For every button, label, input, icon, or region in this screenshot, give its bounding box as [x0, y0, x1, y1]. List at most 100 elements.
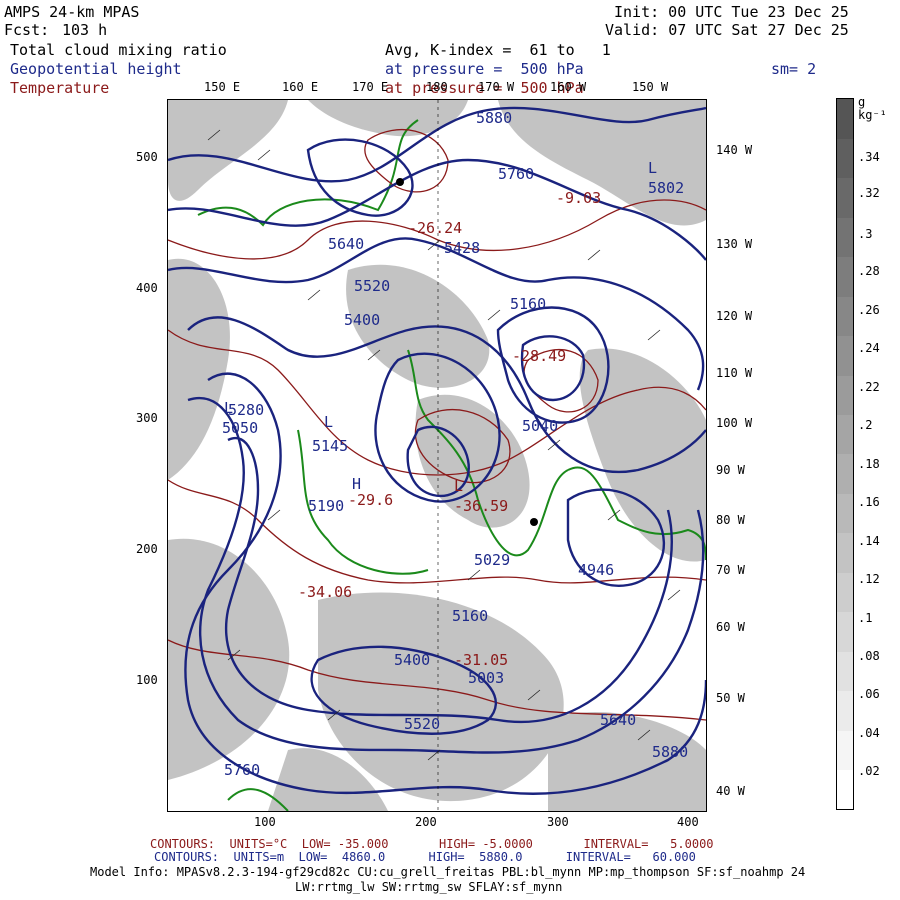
- colorbar-segment: [837, 572, 853, 613]
- colorbar-segment: [837, 335, 853, 376]
- colorbar-segment: [837, 493, 853, 534]
- temperature-label: -29.6: [348, 491, 394, 509]
- height-label: 5640: [600, 711, 637, 729]
- forecast-label: Fcst:: [4, 21, 50, 39]
- model-info: Model Info: MPASv8.2.3-194-gf29cd82c CU:…: [90, 865, 806, 879]
- colorbar-label: .14: [858, 534, 880, 548]
- colorbar-label: .26: [858, 303, 880, 317]
- height-label: 5400: [394, 651, 431, 669]
- y-tick-label: 200: [136, 542, 158, 556]
- map-plot-area: 5880 5760 5640 5520 5400 5280 5160 5040 …: [167, 99, 707, 812]
- lon-label-right: 100 W: [716, 416, 753, 430]
- colorbar: [836, 98, 854, 810]
- lon-label-right: 50 W: [716, 691, 745, 705]
- colorbar-label: .34: [858, 150, 880, 164]
- colorbar-segment: [837, 532, 853, 573]
- colorbar-label: .04: [858, 726, 880, 740]
- field-temperature: Temperature: [10, 79, 110, 97]
- colorbar-label: .12: [858, 572, 880, 586]
- height-label: 5802: [648, 179, 685, 197]
- height-label: 5760: [498, 165, 535, 183]
- valid-time: Valid: 07 UTC Sat 27 Dec 25: [605, 21, 849, 39]
- field-cloud-mixing: Total cloud mixing ratio: [10, 41, 227, 59]
- lon-label-top: 170 E: [352, 80, 389, 94]
- colorbar-segment: [837, 454, 853, 494]
- colorbar-units: g kg⁻¹: [858, 95, 887, 122]
- colorbar-segment: [837, 651, 853, 692]
- lon-label-right: 80 W: [716, 513, 745, 527]
- colorbar-label: .2: [858, 418, 873, 432]
- colorbar-segment: [837, 177, 853, 218]
- low-marker: L: [224, 399, 234, 417]
- lon-label-top: 170 W: [478, 80, 515, 94]
- colorbar-segment: [837, 138, 853, 179]
- colorbar-segment: [837, 217, 853, 258]
- x-tick-label: 400: [677, 815, 699, 829]
- field-geopotential: Geopotential height: [10, 60, 182, 78]
- height-label: 5190: [308, 497, 345, 515]
- colorbar-label: .02: [858, 764, 880, 778]
- model-title: AMPS 24-km MPAS: [4, 3, 140, 21]
- lon-label-right: 110 W: [716, 366, 753, 380]
- y-tick-label: 300: [136, 411, 158, 425]
- k-index-average: Avg, K-index = 61 to 1: [385, 41, 611, 59]
- height-label: 5160: [452, 607, 489, 625]
- height-label: 5003: [468, 669, 505, 687]
- y-tick-label: 400: [136, 281, 158, 295]
- lon-label-top: 150 W: [632, 80, 669, 94]
- height-label: 5760: [224, 761, 261, 779]
- forecast-value: 103 h: [62, 21, 108, 39]
- low-marker: L: [648, 159, 658, 177]
- height-label: 5160: [510, 295, 547, 313]
- height-label: 5040: [522, 417, 559, 435]
- colorbar-label: .32: [858, 186, 880, 200]
- lon-label-right: 70 W: [716, 563, 745, 577]
- lon-label-right: 120 W: [716, 309, 753, 323]
- init-time: Init: 00 UTC Tue 23 Dec 25: [614, 3, 849, 21]
- height-contour-info: CONTOURS: UNITS=m LOW= 4860.0 HIGH= 5880…: [154, 850, 696, 864]
- height-label: 5520: [404, 715, 441, 733]
- colorbar-segment: [837, 375, 853, 416]
- height-label: 5880: [652, 743, 689, 761]
- height-label: 5280: [228, 401, 265, 419]
- lon-label-top: 160 W: [550, 80, 587, 94]
- lon-label-right: 130 W: [716, 237, 753, 251]
- height-label: 5400: [344, 311, 381, 329]
- colorbar-segment: [837, 690, 853, 731]
- colorbar-segment: [837, 730, 853, 771]
- lon-label-right: 140 W: [716, 143, 753, 157]
- temperature-label: -26.24: [408, 219, 463, 237]
- height-label: 5145: [312, 437, 349, 455]
- lon-label-right: 90 W: [716, 463, 745, 477]
- low-marker: L: [454, 477, 464, 495]
- temperature-label: -9.03: [556, 189, 602, 207]
- colorbar-segment: [837, 414, 853, 455]
- colorbar-segment: [837, 99, 853, 139]
- pressure-heights: at pressure = 500 hPa: [385, 60, 584, 78]
- x-tick-label: 200: [415, 815, 437, 829]
- colorbar-label: .3: [858, 227, 873, 241]
- smoothing-label: sm= 2: [771, 60, 817, 78]
- colorbar-segment: [837, 769, 853, 810]
- lon-label-top: 180: [426, 80, 448, 94]
- colorbar-segment: [837, 611, 853, 652]
- x-tick-label: 300: [547, 815, 569, 829]
- colorbar-segment: [837, 256, 853, 297]
- colorbar-label: .28: [858, 264, 880, 278]
- height-label: 5428: [444, 239, 481, 257]
- lon-label-right: 40 W: [716, 784, 745, 798]
- lon-label-top: 150 E: [204, 80, 241, 94]
- colorbar-label: .18: [858, 457, 880, 471]
- colorbar-label: .16: [858, 495, 880, 509]
- lon-label-top: 160 E: [282, 80, 319, 94]
- temperature-label: -31.05: [454, 651, 509, 669]
- high-marker: H: [352, 475, 362, 493]
- colorbar-label: .24: [858, 341, 880, 355]
- height-label: 5880: [476, 109, 513, 127]
- height-label: 5640: [328, 235, 365, 253]
- temperature-label: -34.06: [298, 583, 353, 601]
- x-tick-label: 100: [254, 815, 276, 829]
- model-info-line2: LW:rrtmg_lw SW:rrtmg_sw SFLAY:sf_mynn: [295, 880, 563, 894]
- colorbar-label: .1: [858, 611, 873, 625]
- colorbar-label: .22: [858, 380, 880, 394]
